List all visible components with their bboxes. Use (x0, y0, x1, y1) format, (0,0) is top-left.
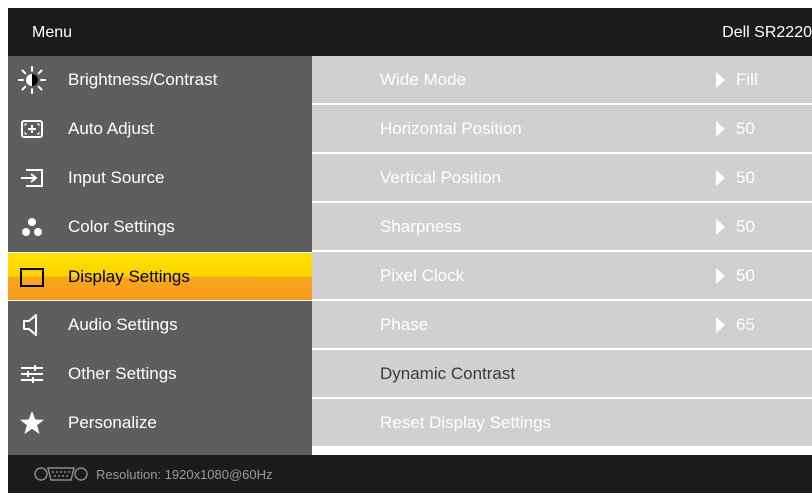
setting-label: Sharpness (380, 217, 462, 236)
sidebar-item-other-settings[interactable]: Other Settings (8, 350, 312, 399)
setting-value: 65 (736, 315, 755, 334)
arrow-right-icon (716, 72, 725, 88)
monitor-model: Dell SR2220 (722, 24, 812, 41)
setting-value: 50 (736, 168, 755, 187)
sidebar: Brightness/Contrast Auto Adjust Input So… (8, 56, 312, 455)
setting-label: Reset Display Settings (380, 413, 552, 432)
auto-adjust-icon (18, 115, 46, 143)
resolution-text: Resolution: 1920x1080@60Hz (96, 467, 273, 482)
setting-value: 50 (736, 217, 755, 236)
sidebar-item-label: Input Source (68, 168, 165, 187)
setting-label: Pixel Clock (380, 266, 465, 285)
input-source-icon (18, 164, 46, 192)
arrow-right-icon (716, 317, 725, 333)
menu-header: Menu Dell SR2220 (8, 8, 812, 56)
setting-value: 50 (736, 119, 755, 138)
setting-label: Horizontal Position (380, 119, 522, 138)
setting-sharpness[interactable]: Sharpness 50 (312, 203, 812, 250)
setting-value: Fill (736, 70, 758, 89)
sidebar-item-label: Auto Adjust (68, 119, 155, 138)
status-bar: Resolution: 1920x1080@60Hz (8, 455, 812, 493)
arrow-right-icon (716, 219, 725, 235)
setting-label: Vertical Position (380, 168, 501, 187)
menu-title: Menu (32, 24, 73, 41)
setting-wide-mode[interactable]: Wide Mode Fill (312, 56, 812, 103)
setting-phase[interactable]: Phase 65 (312, 301, 812, 348)
sidebar-item-label: Display Settings (68, 267, 190, 286)
sidebar-item-label: Other Settings (68, 364, 177, 383)
sidebar-item-label: Color Settings (68, 217, 175, 236)
setting-horizontal-position[interactable]: Horizontal Position 50 (312, 105, 812, 152)
arrow-right-icon (716, 170, 725, 186)
setting-label: Wide Mode (380, 70, 466, 89)
star-icon (18, 409, 46, 437)
sidebar-item-auto-adjust[interactable]: Auto Adjust (8, 105, 312, 154)
vga-connector-icon (32, 465, 90, 483)
setting-vertical-position[interactable]: Vertical Position 50 (312, 154, 812, 201)
speaker-icon (18, 311, 46, 339)
setting-reset-display-settings[interactable]: Reset Display Settings (312, 399, 812, 446)
sidebar-item-brightness-contrast[interactable]: Brightness/Contrast (8, 56, 312, 105)
sidebar-item-label: Personalize (68, 413, 157, 432)
arrow-right-icon (716, 121, 725, 137)
sidebar-item-color-settings[interactable]: Color Settings (8, 203, 312, 252)
setting-label: Phase (380, 315, 429, 334)
sidebar-item-label: Brightness/Contrast (68, 70, 218, 89)
sidebar-item-display-settings[interactable]: Display Settings (8, 252, 312, 301)
color-settings-icon (18, 213, 46, 241)
arrow-right-icon (716, 268, 725, 284)
brightness-icon (18, 66, 46, 94)
setting-dynamic-contrast[interactable]: Dynamic Contrast (312, 350, 812, 397)
osd-menu: Menu Dell SR2220 Brightness/Contrast Aut… (8, 8, 812, 493)
sidebar-item-label: Audio Settings (68, 315, 178, 334)
settings-panel: Wide Mode Fill Horizontal Position 50 Ve… (312, 56, 812, 455)
sliders-icon (18, 360, 46, 388)
sidebar-item-audio-settings[interactable]: Audio Settings (8, 301, 312, 350)
display-icon (18, 263, 46, 291)
sidebar-item-personalize[interactable]: Personalize (8, 399, 312, 448)
sidebar-item-input-source[interactable]: Input Source (8, 154, 312, 203)
setting-pixel-clock[interactable]: Pixel Clock 50 (312, 252, 812, 299)
setting-value: 50 (736, 266, 755, 285)
setting-label: Dynamic Contrast (380, 364, 516, 383)
